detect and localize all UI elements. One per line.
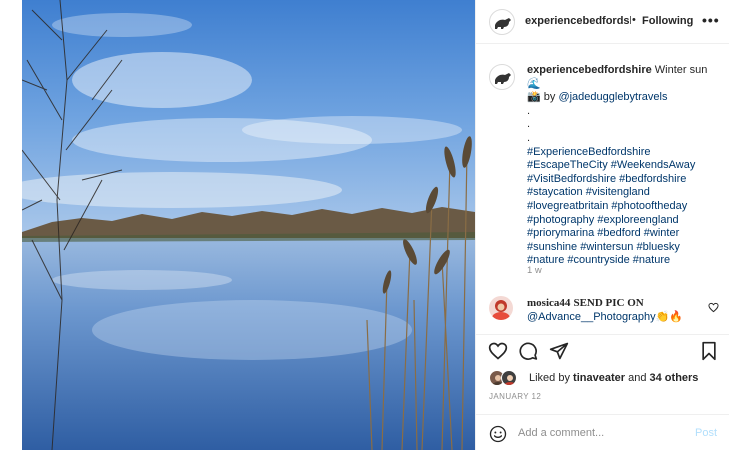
caption-text: experiencebedfordshire Winter sun 🌊 📸 by… (527, 64, 723, 268)
caption-mention[interactable]: @jadedugglebytravels (558, 91, 667, 103)
comment-input[interactable] (518, 423, 688, 443)
lake-photo (22, 0, 475, 450)
add-comment-bar: Post (476, 414, 729, 450)
panther-logo-icon (495, 73, 511, 84)
more-options-icon[interactable]: ••• (702, 12, 720, 28)
comment-text: mosica44 SEND PIC ON @Advance__Photograp… (527, 296, 707, 324)
hashtag-line[interactable]: #sunshine #wintersun #bluesky (527, 241, 723, 255)
post-details-panel: experiencebedfordshire • Following ••• e… (475, 0, 729, 450)
hashtag-line[interactable]: #lovegreatbritain #photooftheday (527, 200, 723, 214)
post-photo[interactable] (22, 0, 475, 450)
hashtag-line[interactable]: #nature #countryside #nature (527, 254, 723, 268)
post-date[interactable]: JANUARY 12 (489, 392, 541, 401)
heart-icon[interactable] (488, 341, 508, 361)
likes-others[interactable]: 34 others (650, 372, 699, 384)
action-bar (476, 334, 729, 364)
likes-summary: Liked by tinaveater and 34 others (489, 370, 719, 388)
emoji-icon[interactable] (489, 425, 507, 443)
header-username[interactable]: experiencebedfordshire (525, 15, 631, 27)
liker-avatar[interactable] (501, 370, 517, 386)
hashtag-line[interactable]: #staycation #visitengland (527, 186, 723, 200)
bookmark-icon[interactable] (700, 341, 718, 361)
post-comment-button[interactable]: Post (695, 427, 717, 439)
likes-text: Liked by tinaveater and 34 others (529, 372, 698, 384)
hashtag-line[interactable]: #photography #exploreengland (527, 214, 723, 228)
caption-avatar[interactable] (489, 64, 515, 90)
comment-icon[interactable] (518, 341, 538, 361)
caption-dot: . (527, 131, 531, 144)
likes-prefix: Liked by (529, 372, 570, 384)
hashtag-line[interactable]: #EscapeTheCity #WeekendsAway (527, 159, 723, 173)
user-photo-icon (489, 296, 513, 320)
caption-dot: . (527, 118, 531, 131)
caption-username[interactable]: experiencebedfordshire (527, 64, 652, 76)
account-avatar[interactable] (489, 9, 515, 35)
post-header: experiencebedfordshire • Following ••• (476, 0, 729, 44)
following-button[interactable]: Following (642, 15, 693, 27)
hashtag-line[interactable]: #VisitBedfordshire #bedfordshire (527, 173, 723, 187)
caption-time-ago[interactable]: 1 w (527, 265, 542, 276)
caption-dot: . (527, 104, 531, 117)
comment-like-icon[interactable] (708, 302, 719, 313)
commenter-username[interactable]: mosica44 (527, 297, 570, 309)
share-icon[interactable] (549, 341, 569, 361)
comment-item: mosica44 SEND PIC ON @Advance__Photograp… (476, 294, 729, 328)
user-photo-icon (504, 375, 516, 385)
caption-text-part2: 📸 by (527, 91, 556, 104)
comment-body: SEND PIC ON (573, 297, 644, 309)
hashtag-line[interactable]: #priorymarina #bedford #winter (527, 227, 723, 241)
commenter-avatar[interactable] (489, 296, 513, 320)
panther-logo-icon (495, 18, 511, 29)
likes-conjunction: and (628, 372, 647, 384)
liker-username[interactable]: tinaveater (573, 372, 625, 384)
header-separator: • (632, 14, 636, 26)
comment-mention[interactable]: @Advance__Photography (527, 311, 656, 323)
hashtag-line[interactable]: #ExperienceBedfordshire (527, 146, 723, 160)
comment-emojis: 👏🔥 (655, 311, 683, 323)
